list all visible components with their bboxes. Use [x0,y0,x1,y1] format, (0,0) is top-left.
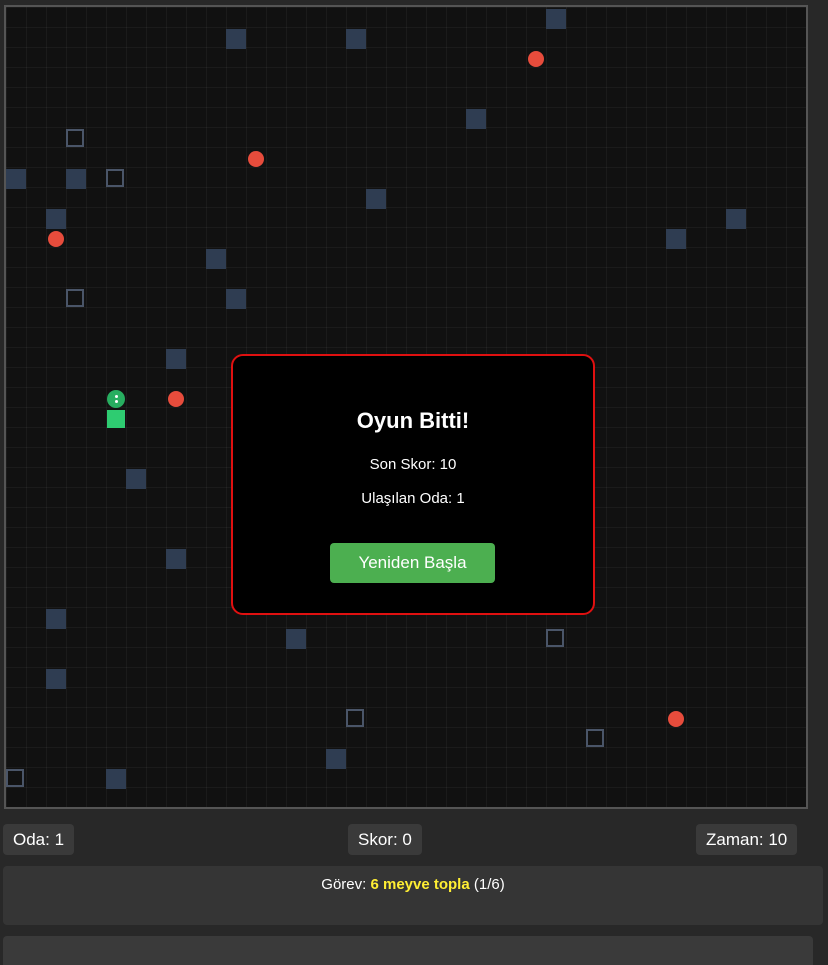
restart-button[interactable]: Yeniden Başla [330,543,495,583]
ghost-block [106,169,124,187]
wall-block [726,209,746,229]
score-counter: Skor: 0 [348,824,422,855]
wall-block [286,629,306,649]
wall-block [46,209,66,229]
task-panel: Görev: 6 meyve topla (1/6) [3,866,823,925]
wall-block [546,9,566,29]
wall-block [666,229,686,249]
wall-block [226,289,246,309]
task-line: Görev: 6 meyve topla (1/6) [3,866,823,894]
wall-block [66,169,86,189]
wall-block [46,669,66,689]
wall-block [6,169,26,189]
snake-body-segment [107,410,125,428]
wall-block [346,29,366,49]
snake-eye [114,400,118,403]
fruit [168,391,184,407]
time-counter: Zaman: 10 [696,824,798,855]
snake-eye [114,395,118,398]
fruit [248,151,264,167]
fruit [528,51,544,67]
wall-block [166,549,186,569]
game-over-dialog: Oyun Bitti! Son Skor: 10 Ulaşılan Oda: 1… [231,354,595,615]
task-goal: 6 meyve topla [370,876,470,893]
snake-head [107,390,125,408]
wall-block [166,349,186,369]
ghost-block [66,129,84,147]
ghost-block [66,289,84,307]
ghost-block [586,729,604,747]
wall-block [206,249,226,269]
fruit [668,711,684,727]
wall-block [366,189,386,209]
ghost-block [546,629,564,647]
wall-block [106,769,126,789]
bottom-bar [3,936,813,965]
room-reached: Ulaşılan Oda: 1 [361,490,465,507]
ghost-block [346,709,364,727]
wall-block [466,109,486,129]
room-counter: Oda: 1 [3,824,75,855]
wall-block [326,749,346,769]
wall-block [46,609,66,629]
ghost-block [6,769,24,787]
fruit [48,231,64,247]
final-score: Son Skor: 10 [369,456,457,473]
wall-block [126,469,146,489]
wall-block [226,29,246,49]
task-progress: (1/6) [469,876,505,893]
game-over-title: Oyun Bitti! [356,408,470,433]
task-prefix: Görev: [321,876,371,893]
